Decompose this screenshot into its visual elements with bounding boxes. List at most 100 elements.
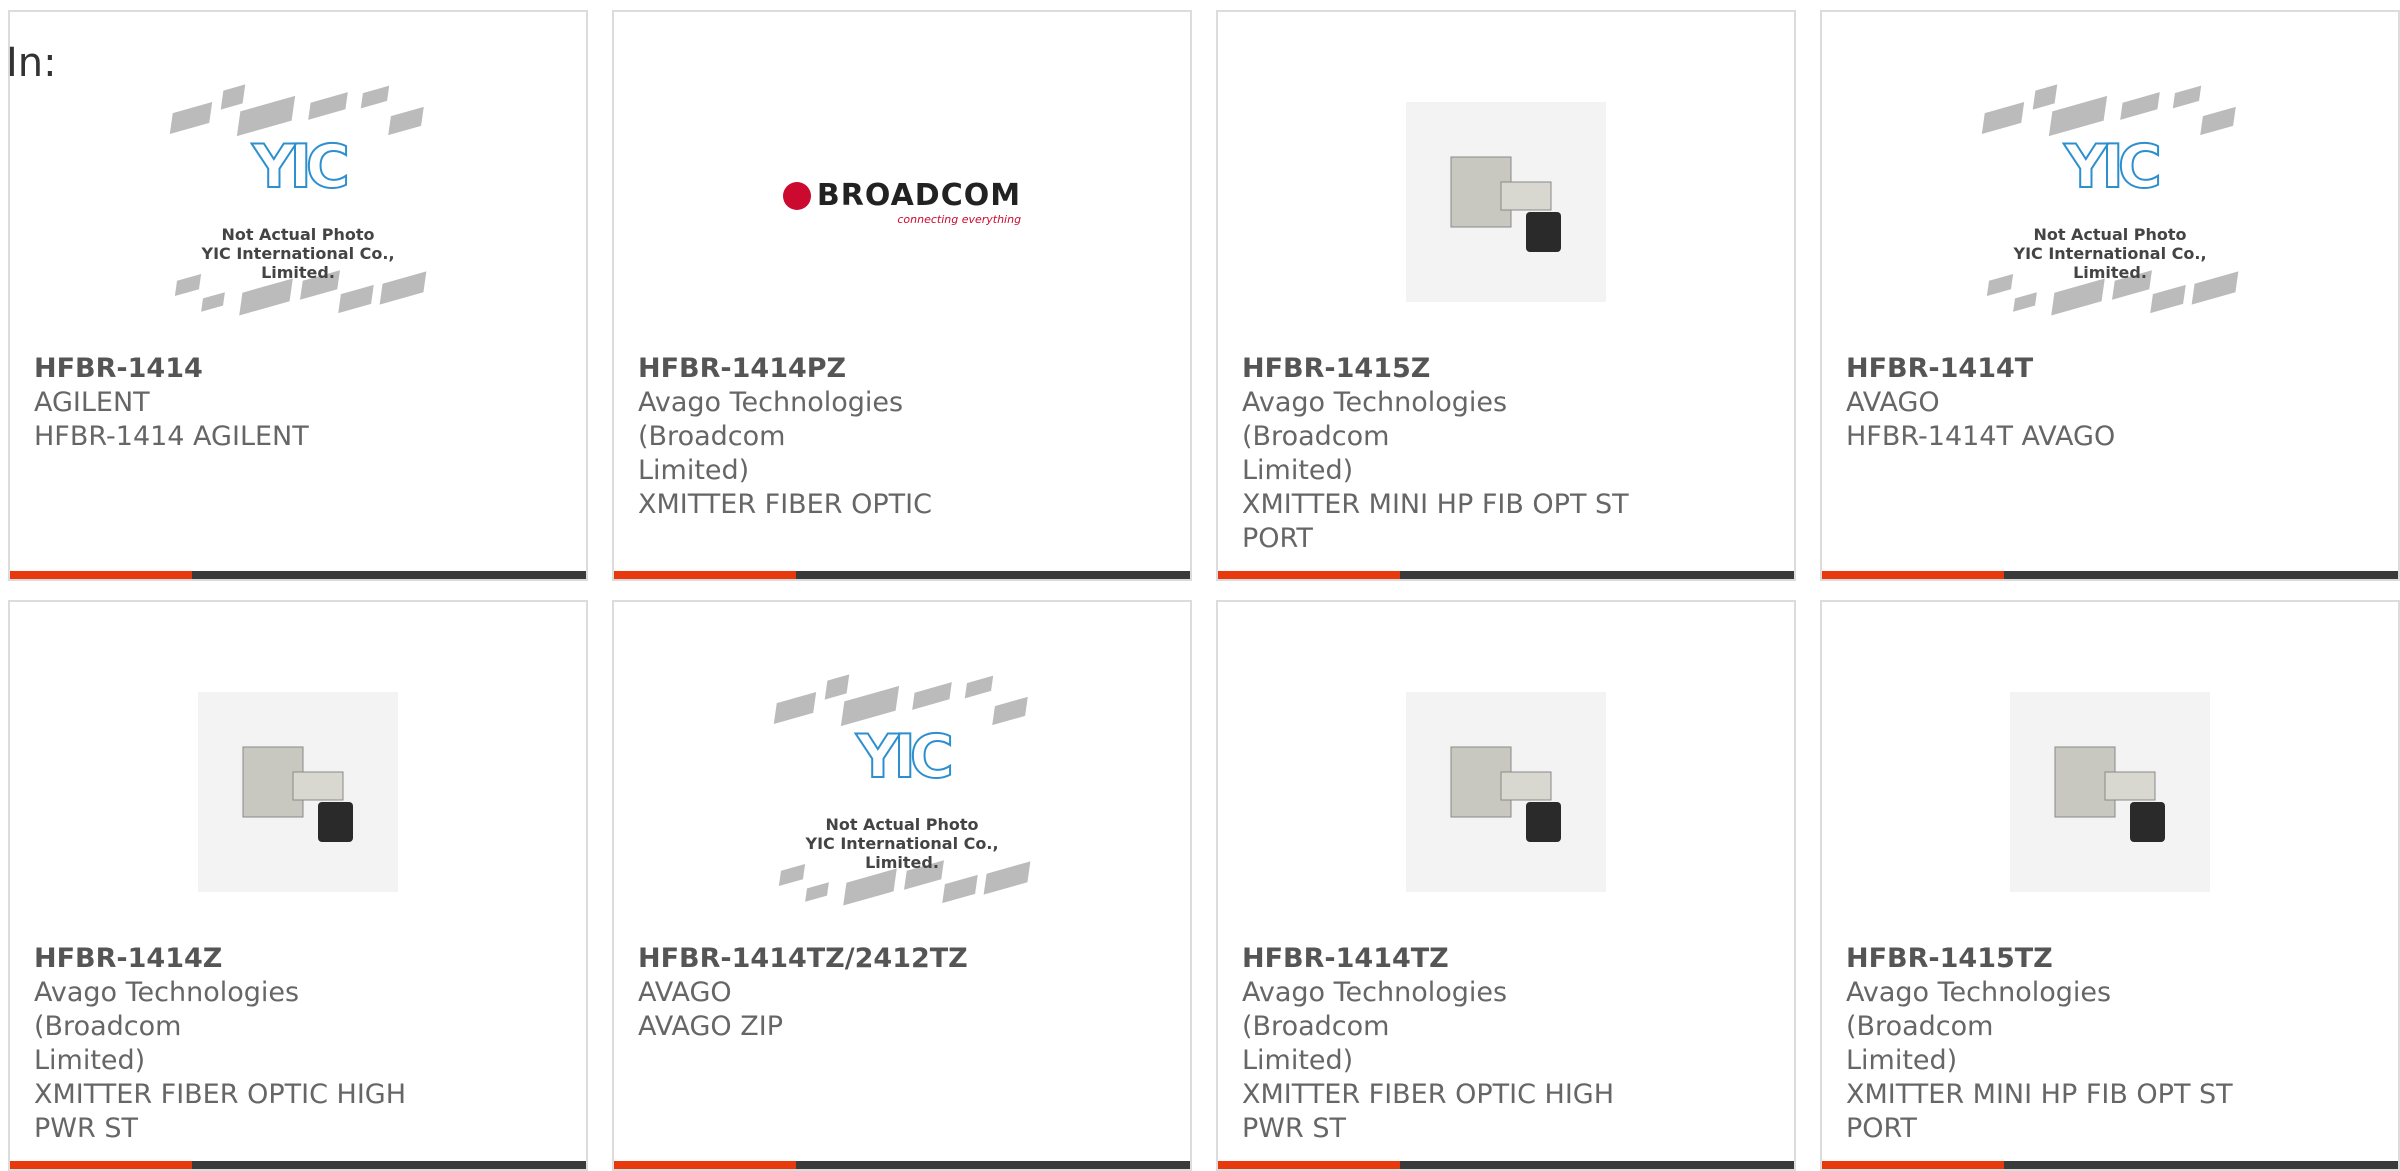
card-bottom-bar [614, 1161, 1190, 1169]
manufacturer: Limited) [1242, 455, 1354, 486]
manufacturer: Avago Technologies (Broadcom [638, 387, 904, 452]
card-bottom-bar [1218, 571, 1794, 579]
card-accent-bar [1822, 571, 2004, 579]
chip-icon [236, 95, 296, 137]
manufacturer: Limited) [1846, 1045, 1958, 1076]
manufacturer: AGILENT [34, 387, 150, 418]
product-card[interactable]: YIC Not Actual Photo YIC International Co.… [8, 10, 588, 581]
placeholder-line-1: Not Actual Photo [2033, 225, 2187, 244]
card-accent-bar [614, 571, 796, 579]
product-info: HFBR-1414PZ Avago Technologies (Broadcom L… [638, 352, 1058, 522]
chip-icon [843, 868, 897, 906]
chip-icon [239, 278, 293, 316]
not-actual-photo-placeholder: YIC Not Actual Photo YIC International Co.… [767, 667, 1037, 917]
part-number-link[interactable]: HFBR-1414 [34, 352, 454, 386]
placeholder-line-2: YIC International Co., Limited. [2013, 244, 2207, 282]
product-info: HFBR-1414TZ Avago Technologies (Broadcom L… [1242, 942, 1662, 1146]
manufacturer: Limited) [34, 1045, 146, 1076]
product-info: HFBR-1415TZ Avago Technologies (Broadcom L… [1846, 942, 2266, 1146]
chip-icon [2120, 92, 2160, 120]
chip-icon [169, 101, 213, 135]
product-image[interactable]: YIC Not Actual Photo YIC International Co.… [614, 642, 1190, 942]
chip-icon [773, 691, 817, 725]
part-number-link[interactable]: HFBR-1414T [1846, 352, 2266, 386]
card-accent-bar [10, 1161, 192, 1169]
placeholder-line-2: YIC International Co., Limited. [201, 244, 395, 282]
product-image[interactable] [1218, 642, 1794, 942]
placeholder-caption: Not Actual Photo YIC International Co., L… [1975, 225, 2245, 282]
product-info: HFBR-1415Z Avago Technologies (Broadcom Li… [1242, 352, 1662, 556]
part-number-link[interactable]: HFBR-1414TZ/2412TZ [638, 942, 1058, 976]
product-card[interactable]: HFBR-1414TZ Avago Technologies (Broadcom L… [1216, 600, 1796, 1171]
chip-icon [805, 882, 829, 902]
description: PWR ST [1242, 1113, 1346, 1144]
product-card[interactable]: HFBR-1415Z Avago Technologies (Broadcom Li… [1216, 10, 1796, 581]
product-card[interactable]: YIC Not Actual Photo YIC International Co.… [612, 600, 1192, 1171]
description: PORT [1846, 1113, 1917, 1144]
product-image[interactable]: BROADCOM connecting everything [614, 52, 1190, 352]
chip-icon [2013, 292, 2037, 312]
manufacturer: Limited) [638, 455, 750, 486]
fiber-optic-transmitter-photo [1406, 692, 1606, 892]
product-card[interactable]: HFBR-1415TZ Avago Technologies (Broadcom L… [1820, 600, 2400, 1171]
chip-icon [840, 685, 900, 727]
product-image[interactable] [10, 642, 586, 942]
chip-icon [2200, 106, 2236, 136]
filter-in-label: In: [6, 40, 57, 86]
product-info: HFBR-1414T AVAGO HFBR-1414T AVAGO [1846, 352, 2266, 454]
part-number-link[interactable]: HFBR-1414TZ [1242, 942, 1662, 976]
card-bottom-bar [1218, 1161, 1794, 1169]
product-image[interactable]: YIC Not Actual Photo YIC International Co.… [10, 52, 586, 352]
card-bottom-bar [1822, 1161, 2398, 1169]
placeholder-line-1: Not Actual Photo [221, 225, 375, 244]
description: XMITTER MINI HP FIB OPT ST [1242, 489, 1629, 520]
part-number-link[interactable]: HFBR-1415Z [1242, 352, 1662, 386]
description: PORT [1242, 523, 1313, 554]
card-bottom-bar [10, 571, 586, 579]
broadcom-wordmark: BROADCOM [816, 178, 1022, 213]
manufacturer: Avago Technologies (Broadcom [1242, 977, 1508, 1042]
product-image[interactable]: YIC Not Actual Photo YIC International Co.… [1822, 52, 2398, 352]
description: HFBR-1414T AVAGO [1846, 421, 2116, 452]
product-image[interactable] [1822, 642, 2398, 942]
chip-icon [824, 674, 850, 700]
chip-icon [1981, 101, 2025, 135]
part-number-link[interactable]: HFBR-1414PZ [638, 352, 1058, 386]
manufacturer: AVAGO [1846, 387, 1940, 418]
product-card[interactable]: HFBR-1414Z Avago Technologies (Broadcom Li… [8, 600, 588, 1171]
placeholder-line-1: Not Actual Photo [825, 815, 979, 834]
product-card[interactable]: YIC Not Actual Photo YIC International Co.… [1820, 10, 2400, 581]
broadcom-tagline: connecting everything [897, 213, 1022, 226]
manufacturer: AVAGO [638, 977, 732, 1008]
description: PWR ST [34, 1113, 138, 1144]
placeholder-line-2: YIC International Co., Limited. [805, 834, 999, 872]
part-number-link[interactable]: HFBR-1415TZ [1846, 942, 2266, 976]
product-info: HFBR-1414TZ/2412TZ AVAGO AVAGO ZIP [638, 942, 1058, 1044]
card-accent-bar [1822, 1161, 2004, 1169]
card-bottom-bar [614, 571, 1190, 579]
product-card[interactable]: BROADCOM connecting everything HFBR-1414PZ… [612, 10, 1192, 581]
product-image[interactable] [1218, 52, 1794, 352]
product-info: HFBR-1414Z Avago Technologies (Broadcom Li… [34, 942, 454, 1146]
fiber-optic-transmitter-photo [2010, 692, 2210, 892]
description: XMITTER FIBER OPTIC HIGH [34, 1079, 407, 1110]
chip-icon [942, 874, 978, 904]
manufacturer: Avago Technologies (Broadcom [34, 977, 300, 1042]
chip-icon [338, 284, 374, 314]
chip-icon [964, 675, 994, 699]
description: AVAGO ZIP [638, 1011, 783, 1042]
card-bottom-bar [1822, 571, 2398, 579]
card-accent-bar [1218, 571, 1400, 579]
part-number-link[interactable]: HFBR-1414Z [34, 942, 454, 976]
yic-logo: YIC [2063, 131, 2163, 203]
description: HFBR-1414 AGILENT [34, 421, 309, 452]
description: XMITTER MINI HP FIB OPT ST [1846, 1079, 2233, 1110]
chip-icon [912, 682, 952, 710]
manufacturer: Avago Technologies (Broadcom [1242, 387, 1508, 452]
chip-icon [360, 85, 390, 109]
card-accent-bar [1218, 1161, 1400, 1169]
fiber-optic-transmitter-photo [198, 692, 398, 892]
chip-icon [201, 292, 225, 312]
broadcom-mark-icon [782, 181, 811, 210]
chip-icon [388, 106, 424, 136]
